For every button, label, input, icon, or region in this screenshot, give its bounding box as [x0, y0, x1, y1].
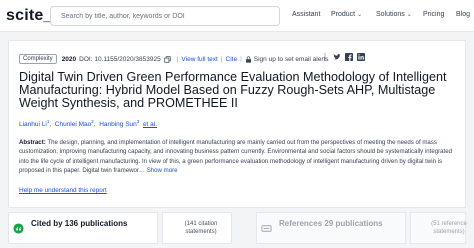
cited-by-label: Cited by 136 publications: [31, 219, 128, 228]
help-understand-report-link[interactable]: Help me understand this report: [19, 187, 107, 194]
references-tab[interactable]: References 29 publications: [256, 212, 406, 244]
show-more-link[interactable]: Show more: [147, 167, 178, 174]
paper-meta-row: Complexity 2020 DOI: 10.1155/2020/385392…: [19, 53, 329, 65]
view-full-text-link[interactable]: View full text: [181, 56, 217, 63]
search-input[interactable]: [61, 9, 271, 23]
nav-product[interactable]: Product ⌄: [331, 11, 362, 18]
citation-statements-count: (141 citation statements): [162, 212, 232, 244]
sign-up-alerts-link[interactable]: Sign up to set email alerts: [254, 56, 329, 63]
doi-text: DOI: 10.1155/2020/3853925: [79, 55, 161, 63]
nav-assistant[interactable]: Assistant: [292, 11, 320, 18]
reference-statements-text: (51 reference statements): [431, 221, 467, 235]
citation-stats-bar: Cited by 136 publications (141 citation …: [8, 212, 467, 244]
chevron-down-icon: ⌄: [357, 12, 363, 18]
paper-card: Complexity 2020 DOI: 10.1155/2020/385392…: [8, 40, 466, 208]
cite-link[interactable]: Cite: [226, 56, 238, 63]
separator: |: [176, 55, 179, 63]
copy-icon[interactable]: [164, 55, 171, 63]
author-list: Lianhui Li1, Chunlei Mao2, Hanbing Sun3 …: [19, 119, 158, 129]
citation-quote-icon: [13, 223, 24, 234]
lock-icon: [245, 55, 251, 63]
share-divider-icon: [324, 53, 326, 61]
abstract-text: The design, planning, and implementation…: [19, 139, 452, 174]
scite-logo[interactable]: scite_: [6, 7, 53, 25]
separator: |: [240, 55, 242, 63]
facebook-icon[interactable]: [345, 53, 353, 61]
author-affiliation-number: 3: [136, 119, 140, 124]
abstract-label: Abstract:: [19, 139, 46, 146]
linkedin-icon[interactable]: [357, 53, 365, 61]
top-navigation-bar: scite_ Assistant Product⌄ Solutions⌄ Pri…: [0, 0, 474, 32]
chevron-down-icon: ⌄: [406, 12, 412, 18]
publication-year: 2020: [61, 55, 77, 63]
nav-pricing[interactable]: Pricing: [423, 11, 444, 18]
paper-title: Digital Twin Driven Green Performance Ev…: [19, 70, 447, 110]
author-affiliation-number: 1: [46, 119, 50, 124]
author-name: Hanbing Sun: [99, 121, 137, 129]
references-label: References 29 publications: [279, 219, 383, 228]
abstract: Abstract: The design, planning, and impl…: [19, 138, 463, 175]
author-link[interactable]: Lianhui Li1: [19, 119, 50, 129]
journal-badge[interactable]: Complexity: [19, 54, 57, 64]
stats-spacer: [236, 212, 252, 244]
search-box[interactable]: [50, 6, 280, 26]
nav-blog[interactable]: Blog: [456, 11, 470, 18]
author-name: Chunlei Mao: [54, 121, 92, 129]
author-link[interactable]: Chunlei Mao2: [54, 119, 94, 129]
nav-product-label: Product: [331, 11, 356, 18]
share-icons: [321, 53, 365, 61]
separator: |: [220, 55, 223, 63]
author-affiliation-number: 2: [91, 119, 94, 124]
nav-solutions[interactable]: Solutions ⌄: [376, 11, 412, 18]
author-name: Lianhui Li: [19, 121, 47, 129]
author-link[interactable]: Hanbing Sun3: [99, 119, 140, 129]
citation-statements-text: (141 citation statements): [184, 221, 218, 235]
twitter-icon[interactable]: [333, 53, 341, 61]
nav-solutions-label: Solutions: [376, 11, 405, 18]
cited-by-tab[interactable]: Cited by 136 publications: [8, 212, 158, 244]
reference-statements-count: (51 reference statements): [410, 212, 467, 244]
references-icon: [261, 225, 272, 232]
et-al-link[interactable]: et al.: [143, 121, 157, 128]
